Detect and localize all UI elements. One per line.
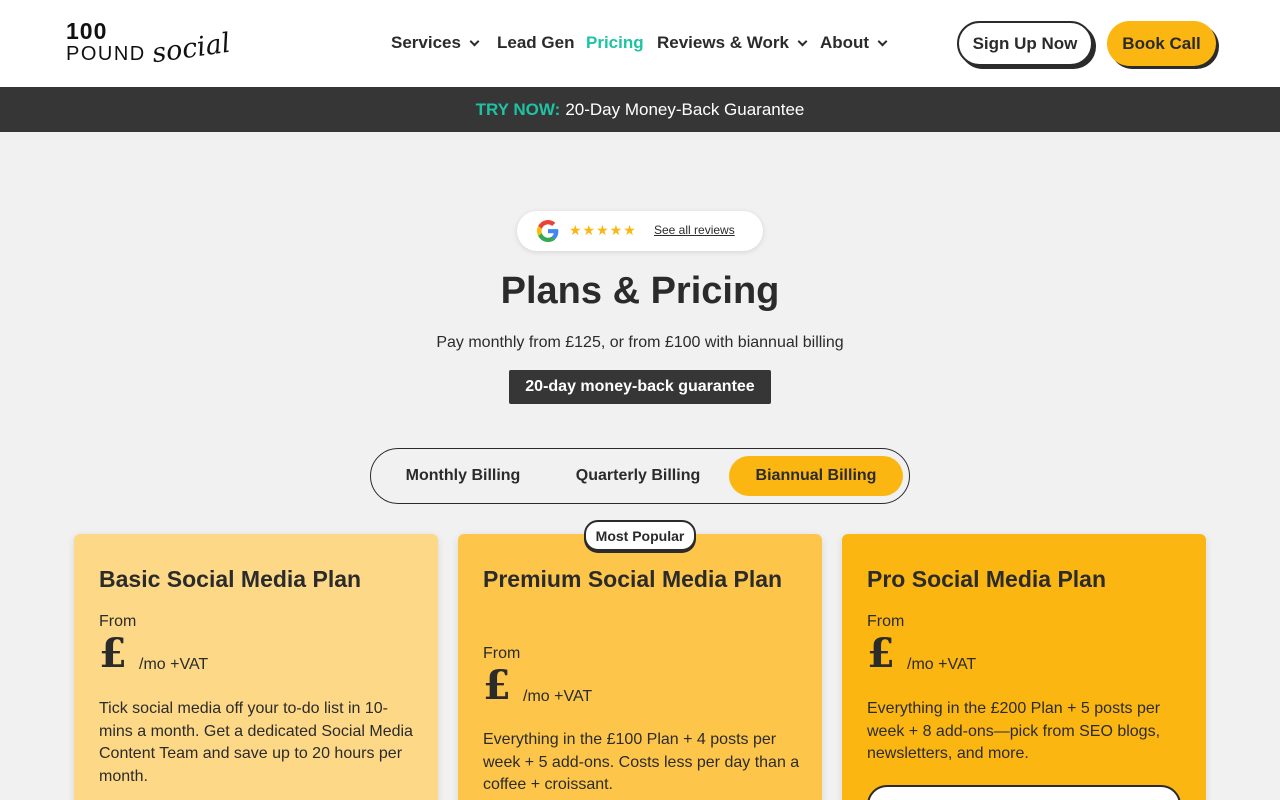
plan-currency: £ <box>99 630 127 677</box>
nav-item-label: Services <box>391 33 461 52</box>
plan-from-label: From <box>99 613 137 630</box>
nav-item-about[interactable]: About <box>820 31 888 55</box>
rating-stars: ★★★★★ <box>569 222 637 238</box>
google-icon <box>537 220 559 242</box>
plan-period: /mo +VAT <box>139 656 209 673</box>
site-header: 100 POUND social Services Lead Gen Prici… <box>0 0 1280 87</box>
plan-currency: £ <box>867 630 895 677</box>
nav-item-services[interactable]: Services <box>391 31 480 55</box>
guarantee-badge: 20-day money-back guarantee <box>509 370 771 404</box>
plan-title: Basic Social Media Plan <box>99 566 362 592</box>
plan-from-label: From <box>483 645 521 662</box>
nav-item-lead-gen[interactable]: Lead Gen <box>497 31 574 55</box>
nav-item-pricing[interactable]: Pricing <box>586 31 644 55</box>
plan-from-label: From <box>867 613 905 630</box>
sign-up-button[interactable]: Sign Up Now <box>957 21 1093 66</box>
plan-period: /mo +VAT <box>523 688 593 705</box>
plan-card-basic: Basic Social Media Plan From £ /mo +VAT … <box>74 534 438 800</box>
nav-item-label: Pricing <box>586 33 644 52</box>
plan-card-pro: Pro Social Media Plan From £ /mo +VAT Ev… <box>842 534 1206 800</box>
see-all-reviews-link[interactable]: See all reviews <box>654 222 735 238</box>
billing-option-monthly[interactable]: Monthly Billing <box>385 456 541 496</box>
plan-title: Premium Social Media Plan <box>483 566 783 592</box>
plan-description: Tick social media off your to-do list in… <box>99 700 413 785</box>
banner-highlight: TRY NOW: <box>475 99 561 119</box>
billing-toggle: Monthly Billing Quarterly Billing Biannu… <box>370 448 910 504</box>
nav-item-label: Reviews & Work <box>657 33 789 52</box>
billing-option-quarterly[interactable]: Quarterly Billing <box>553 456 723 496</box>
plan-description: Everything in the £100 Plan + 4 posts pe… <box>483 731 800 793</box>
most-popular-badge: Most Popular <box>584 520 696 551</box>
nav-item-reviews-work[interactable]: Reviews & Work <box>657 31 808 55</box>
chevron-down-icon <box>877 36 888 46</box>
book-call-button[interactable]: Book Call <box>1107 21 1216 66</box>
plan-description: Everything in the £200 Plan + 5 posts pe… <box>867 700 1161 762</box>
plan-title: Pro Social Media Plan <box>867 566 1107 592</box>
chevron-down-icon <box>469 36 480 46</box>
plan-card-premium: Premium Social Media Plan From £ /mo +VA… <box>458 534 822 800</box>
plan-currency: £ <box>483 662 511 709</box>
chevron-down-icon <box>797 36 808 46</box>
billing-option-biannual[interactable]: Biannual Billing <box>729 456 903 496</box>
page-subtitle: Pay monthly from £125, or from £100 with… <box>436 334 844 351</box>
plan-cta-button[interactable] <box>867 785 1181 800</box>
nav-item-label: About <box>820 33 870 52</box>
page-title: Plans & Pricing <box>500 270 780 312</box>
promo-banner[interactable]: TRY NOW: 20-Day Money-Back Guarantee <box>0 87 1280 132</box>
reviews-pill: ★★★★★ See all reviews <box>517 211 763 251</box>
nav-item-label: Lead Gen <box>497 33 575 52</box>
plan-period: /mo +VAT <box>907 656 977 673</box>
banner-text: 20-Day Money-Back Guarantee <box>565 99 805 119</box>
